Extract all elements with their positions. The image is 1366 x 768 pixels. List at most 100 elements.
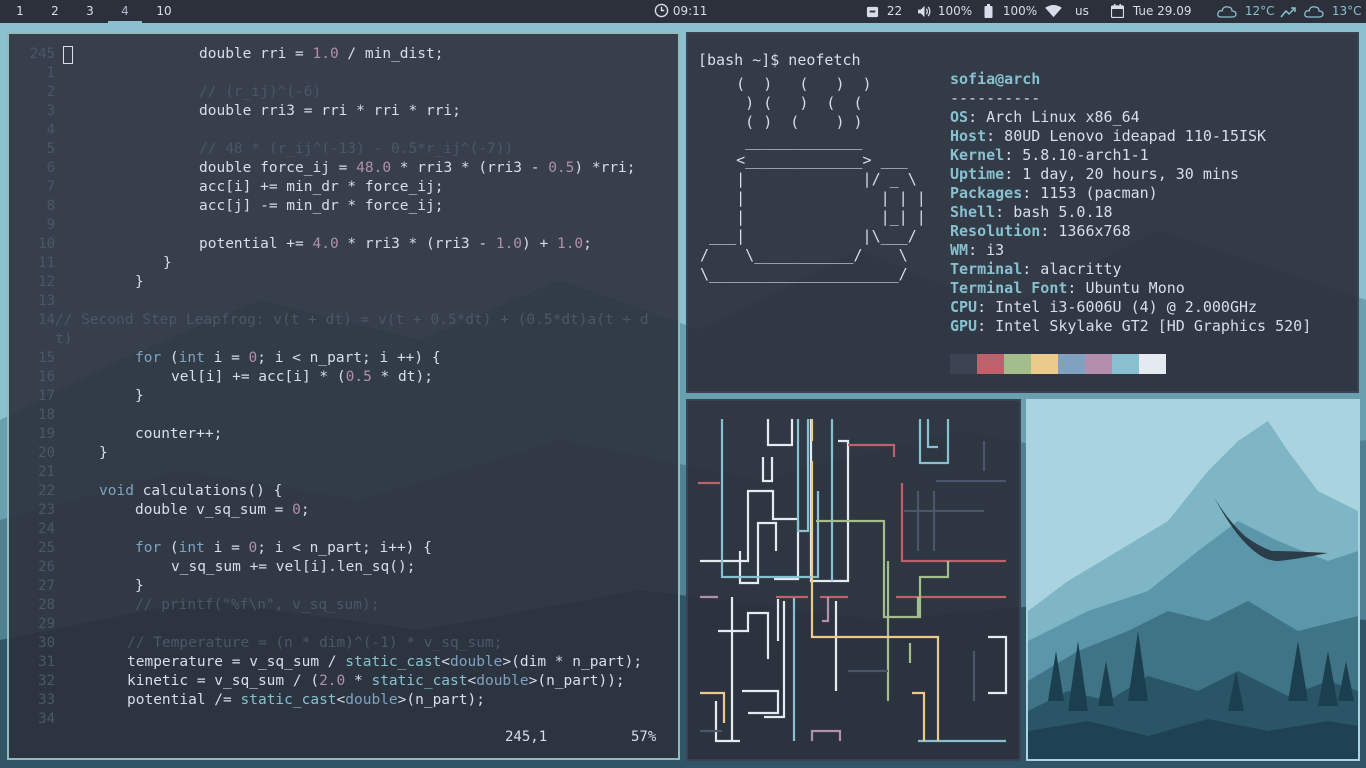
pipes-window[interactable]: [686, 399, 1021, 761]
info-value: : 1 day, 20 hours, 30 mins: [1004, 165, 1239, 183]
line-number: 8: [46, 198, 55, 214]
info-key: WM: [950, 241, 969, 259]
code-line[interactable]: v_sq_sum += vel[i].len_sq();: [171, 558, 415, 577]
palette-swatch: [1058, 354, 1085, 374]
code-line[interactable]: // (r_ij)^(-6): [199, 83, 321, 102]
code-line[interactable]: }: [135, 387, 144, 406]
info-key: OS: [950, 108, 969, 126]
palette-swatch: [1139, 354, 1166, 374]
clock-icon: [654, 3, 669, 18]
code-line[interactable]: // 48 * (r_ij^(-13) - 0.5*r_ij^(-7)): [199, 140, 513, 159]
cloud-icon: [1304, 6, 1324, 18]
code-line[interactable]: double v_sq_sum = 0;: [135, 501, 310, 520]
code-line[interactable]: double force_ij = 48.0 * rri3 * (rri3 - …: [199, 159, 636, 178]
line-number: 21: [38, 464, 55, 480]
calendar-icon: [1110, 4, 1125, 19]
info-row: Terminal Font: Ubuntu Mono: [950, 279, 1185, 298]
code-line[interactable]: }: [163, 254, 172, 273]
clock-text: 09:11: [672, 4, 708, 18]
line-number: 23: [38, 502, 55, 518]
line-number: 33: [38, 692, 55, 708]
network-widget[interactable]: [1045, 0, 1062, 23]
weather-widget-1[interactable]: 12°C: [1217, 0, 1274, 23]
battery-widget: 100%: [984, 0, 1037, 23]
keyboard-layout[interactable]: us: [1075, 0, 1089, 23]
line-number: 4: [46, 122, 55, 138]
line-number: 34: [38, 711, 55, 727]
workspace-3[interactable]: 3: [80, 0, 100, 23]
info-value: : alacritty: [1022, 260, 1122, 278]
weather-temp-2: 13°C: [1331, 4, 1362, 18]
workspace-4[interactable]: 4: [108, 0, 142, 23]
info-row: WM: i3: [950, 241, 1004, 260]
clock-widget[interactable]: 09:11: [654, 0, 707, 23]
cloud-icon: [1217, 6, 1237, 18]
code-line[interactable]: }: [99, 444, 108, 463]
date-widget[interactable]: Tue 29.09: [1110, 0, 1192, 23]
info-value: : Ubuntu Mono: [1067, 279, 1185, 297]
line-number: 1: [46, 65, 55, 81]
updates-widget[interactable]: 22: [866, 0, 902, 23]
shell-prompt: [bash ~]$ neofetch: [698, 51, 861, 69]
line-number: 245: [29, 46, 55, 62]
image-viewer-window[interactable]: [1026, 399, 1360, 761]
volume-widget[interactable]: 100%: [917, 0, 972, 23]
info-row: Shell: bash 5.0.18: [950, 203, 1113, 222]
code-line[interactable]: for (int i = 0; i < n_part; i ++) {: [135, 349, 441, 368]
code-line[interactable]: potential += 4.0 * rri3 * (rri3 - 1.0) +…: [199, 235, 592, 254]
workspace-1[interactable]: 1: [10, 0, 30, 23]
battery-text: 100%: [1002, 4, 1038, 18]
line-number: 25: [38, 540, 55, 556]
weather-widget-2[interactable]: 13°C: [1304, 0, 1361, 23]
palette-swatch: [1004, 354, 1031, 374]
code-line[interactable]: acc[j] -= min_dr * force_ij;: [199, 197, 443, 216]
code-line[interactable]: }: [135, 273, 144, 292]
code-line[interactable]: // printf("%f\n", v_sq_sum);: [135, 596, 379, 615]
cursor-position: 245,1: [505, 729, 548, 745]
code-line[interactable]: temperature = v_sq_sum / static_cast<dou…: [127, 653, 642, 672]
workspace-2[interactable]: 2: [45, 0, 65, 23]
code-line[interactable]: double rri = 1.0 / min_dist;: [199, 45, 443, 64]
code-line[interactable]: }: [135, 577, 144, 596]
line-number: 30: [38, 635, 55, 651]
package-icon: [866, 6, 879, 18]
info-row: Terminal: alacritty: [950, 260, 1122, 279]
info-value: : i3: [968, 241, 1005, 259]
info-row: GPU: Intel Skylake GT2 [HD Graphics 520]: [950, 317, 1311, 336]
code-line[interactable]: for (int i = 0; i < n_part; i++) {: [135, 539, 432, 558]
line-number: 2: [46, 84, 55, 100]
palette-swatch: [1031, 354, 1058, 374]
info-value: : 1366x768: [1040, 222, 1131, 240]
code-line[interactable]: kinetic = v_sq_sum / (2.0 * static_cast<…: [127, 672, 625, 691]
code-line[interactable]: potential /= static_cast<double>(n_part)…: [127, 691, 485, 710]
info-value: : 5.8.10-arch1-1: [1004, 146, 1149, 164]
line-number: 19: [38, 426, 55, 442]
code-line[interactable]: void calculations() {: [99, 482, 282, 501]
line-number: 3: [46, 103, 55, 119]
workspace-10[interactable]: 10: [152, 0, 176, 23]
code-line[interactable]: vel[i] += acc[i] * (0.5 * dt);: [171, 368, 433, 387]
code-line[interactable]: double rri3 = rri * rri * rri;: [199, 102, 461, 121]
status-bar: 1 2 3 4 10 09:11 22 100% 100% us Tue 29.…: [0, 0, 1366, 23]
volume-icon: [918, 5, 931, 18]
code-line[interactable]: // Second Step Leapfrog: v(t + dt) = v(t…: [55, 311, 649, 330]
info-key: Terminal: [950, 260, 1023, 278]
volume-text: 100%: [937, 4, 973, 18]
palette-swatch: [1112, 354, 1139, 374]
line-number: 7: [46, 179, 55, 195]
palette-swatch: [1085, 354, 1112, 374]
info-value: : 80UD Lenovo ideapad 110-15ISK: [986, 127, 1267, 145]
line-number: 32: [38, 673, 55, 689]
info-key: CPU: [950, 298, 978, 316]
info-row: Packages: 1153 (pacman): [950, 184, 1158, 203]
line-number: 29: [38, 616, 55, 632]
palette-swatch: [977, 354, 1004, 374]
editor-window[interactable]: 245 1 2 3 4 5 6 7 8 9 10 11 12 13 14 15 16 17 18 19 20 21 22 23…: [7, 32, 680, 760]
date-text: Tue 29.09: [1132, 4, 1192, 18]
code-line[interactable]: counter++;: [135, 425, 222, 444]
code-line[interactable]: acc[i] += min_dr * force_ij;: [199, 178, 443, 197]
code-line[interactable]: // Temperature = (n * dim)^(-1) * v_sq_s…: [127, 634, 502, 653]
code-line[interactable]: t): [55, 330, 72, 349]
terminal-window[interactable]: [bash ~]$ neofetch ( ) ( ) ) ) ( ) ( ( (…: [686, 32, 1359, 393]
wifi-icon: [1045, 5, 1062, 18]
